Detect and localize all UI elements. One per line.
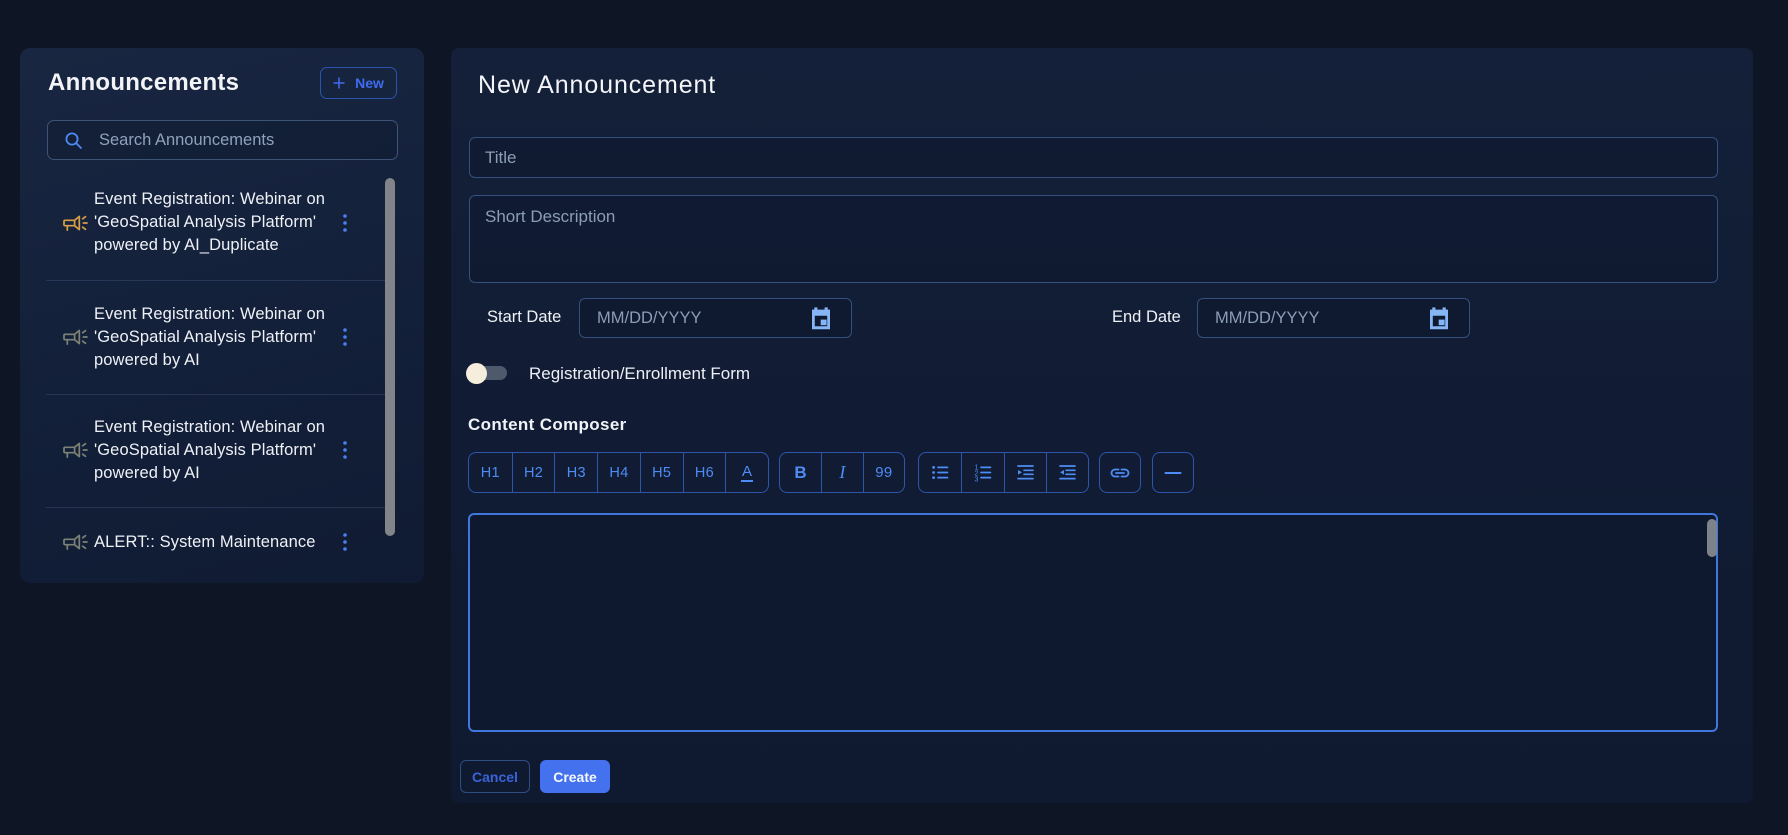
svg-text:3: 3 [974, 477, 978, 482]
